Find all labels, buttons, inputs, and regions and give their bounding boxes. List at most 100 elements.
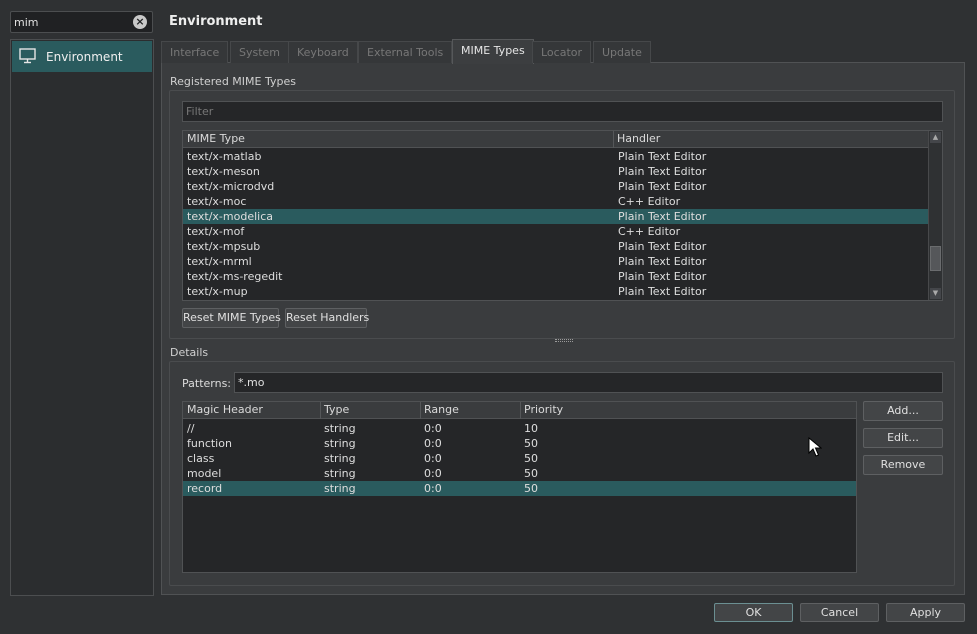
mouse-cursor-icon	[808, 437, 822, 457]
tab-external-tools[interactable]: External Tools	[358, 41, 453, 63]
scroll-up-icon[interactable]: ▲	[930, 132, 941, 143]
add-button[interactable]: Add...	[863, 401, 943, 421]
range-cell: 0:0	[424, 437, 442, 450]
remove-button[interactable]: Remove	[863, 455, 943, 475]
page-title: Environment	[169, 14, 263, 29]
handler-cell: Plain Text Editor	[618, 270, 707, 283]
handler-cell: Plain Text Editor	[618, 210, 707, 223]
registered-mime-types-label: Registered MIME Types	[170, 75, 296, 88]
magic-header-cell: model	[187, 467, 222, 480]
filter-field[interactable]	[182, 101, 943, 122]
column-header-type[interactable]: Type	[324, 403, 349, 416]
mime-type-cell: text/x-mpsub	[187, 240, 261, 253]
reset-handlers-button[interactable]: Reset Handlers	[285, 308, 369, 328]
handler-cell: Plain Text Editor	[618, 285, 707, 298]
mime-type-cell: text/x-modelica	[187, 210, 273, 223]
mime-type-cell: text/x-mrml	[187, 255, 252, 268]
magic-header-cell: class	[187, 452, 215, 465]
priority-cell: 50	[524, 437, 538, 450]
mime-type-cell: text/x-ms-regedit	[187, 270, 283, 283]
tab-update[interactable]: Update	[593, 41, 651, 63]
magic-header-cell: record	[187, 482, 223, 495]
ok-button[interactable]: OK	[714, 603, 793, 622]
table-row[interactable]: text/x-mof C++ Editor	[183, 224, 928, 239]
range-cell: 0:0	[424, 452, 442, 465]
splitter-handle[interactable]	[555, 339, 573, 342]
priority-cell: 50	[524, 482, 538, 495]
column-header-magic-header[interactable]: Magic Header	[187, 403, 263, 416]
details-label: Details	[170, 346, 209, 359]
mime-table-scrollbar[interactable]: ▲ ▼	[928, 131, 942, 300]
tab-interface[interactable]: Interface	[161, 41, 229, 63]
handler-cell: Plain Text Editor	[618, 180, 707, 193]
category-list: Environment	[10, 39, 154, 596]
mime-type-cell: text/x-meson	[187, 165, 260, 178]
sidebar-item-label: Environment	[46, 50, 123, 64]
type-cell: string	[324, 467, 356, 480]
mime-type-cell: text/x-microdvd	[187, 180, 275, 193]
column-header-range[interactable]: Range	[424, 403, 459, 416]
patterns-label: Patterns:	[182, 377, 232, 390]
priority-cell: 50	[524, 452, 538, 465]
type-cell: string	[324, 452, 356, 465]
table-row[interactable]: text/x-moc C++ Editor	[183, 194, 928, 209]
mime-type-cell: text/x-mof	[187, 225, 245, 238]
mime-type-cell: text/x-matlab	[187, 150, 262, 163]
range-cell: 0:0	[424, 467, 442, 480]
patterns-input[interactable]	[238, 375, 938, 390]
column-header-priority[interactable]: Priority	[524, 403, 563, 416]
handler-cell: Plain Text Editor	[618, 240, 707, 253]
type-cell: string	[324, 422, 356, 435]
magic-header-table: Magic Header Type Range Priority // strin…	[182, 401, 857, 573]
reset-mime-types-button[interactable]: Reset MIME Types	[182, 308, 281, 328]
type-cell: string	[324, 437, 356, 450]
edit-button[interactable]: Edit...	[863, 428, 943, 448]
column-header-handler[interactable]: Handler	[617, 132, 660, 145]
table-row[interactable]: function string 0:0 50	[183, 436, 856, 451]
patterns-field[interactable]	[234, 372, 943, 393]
table-row[interactable]: text/x-matlab Plain Text Editor	[183, 149, 928, 164]
table-row[interactable]: text/x-mrml Plain Text Editor	[183, 254, 928, 269]
table-row[interactable]: text/x-microdvd Plain Text Editor	[183, 179, 928, 194]
tab-locator[interactable]: Locator	[532, 41, 592, 63]
magic-header-cell: function	[187, 437, 232, 450]
clear-search-icon[interactable]: ×	[133, 15, 147, 29]
table-row[interactable]: class string 0:0 50	[183, 451, 856, 466]
mime-type-cell: text/x-moc	[187, 195, 247, 208]
table-row[interactable]: text/x-mup Plain Text Editor	[183, 284, 928, 299]
scrollbar-thumb[interactable]	[930, 246, 941, 271]
scroll-down-icon[interactable]: ▼	[930, 288, 941, 299]
range-cell: 0:0	[424, 482, 442, 495]
filter-input[interactable]	[186, 104, 926, 119]
mime-types-table: MIME Type Handler text/x-matlab Plain Tex…	[182, 130, 943, 301]
table-row[interactable]: // string 0:0 10	[183, 421, 856, 436]
handler-cell: Plain Text Editor	[618, 150, 707, 163]
monitor-icon	[19, 48, 36, 64]
handler-cell: Plain Text Editor	[618, 255, 707, 268]
table-row[interactable]: model string 0:0 50	[183, 466, 856, 481]
table-row[interactable]: record string 0:0 50	[183, 481, 856, 496]
mime-table-header: MIME Type Handler	[183, 131, 928, 148]
range-cell: 0:0	[424, 422, 442, 435]
tab-mime-types[interactable]: MIME Types	[452, 39, 534, 64]
mime-type-cell: text/x-mup	[187, 285, 248, 298]
table-row[interactable]: text/x-mpsub Plain Text Editor	[183, 239, 928, 254]
priority-cell: 50	[524, 467, 538, 480]
cancel-button[interactable]: Cancel	[800, 603, 879, 622]
tab-system[interactable]: System	[230, 41, 290, 63]
table-row[interactable]: text/x-ms-regedit Plain Text Editor	[183, 269, 928, 284]
magic-table-header: Magic Header Type Range Priority	[183, 402, 856, 419]
apply-button[interactable]: Apply	[886, 603, 965, 622]
table-row[interactable]: text/x-meson Plain Text Editor	[183, 164, 928, 179]
handler-cell: Plain Text Editor	[618, 165, 707, 178]
handler-cell: C++ Editor	[618, 195, 681, 208]
type-cell: string	[324, 482, 356, 495]
tab-keyboard[interactable]: Keyboard	[288, 41, 358, 63]
column-header-mime-type[interactable]: MIME Type	[187, 132, 245, 145]
sidebar-item-environment[interactable]: Environment	[12, 41, 152, 72]
table-row[interactable]: text/x-modelica Plain Text Editor	[183, 209, 928, 224]
magic-header-cell: //	[187, 422, 195, 435]
search-box[interactable]: ×	[10, 11, 153, 33]
search-input[interactable]	[14, 14, 129, 30]
handler-cell: C++ Editor	[618, 225, 681, 238]
